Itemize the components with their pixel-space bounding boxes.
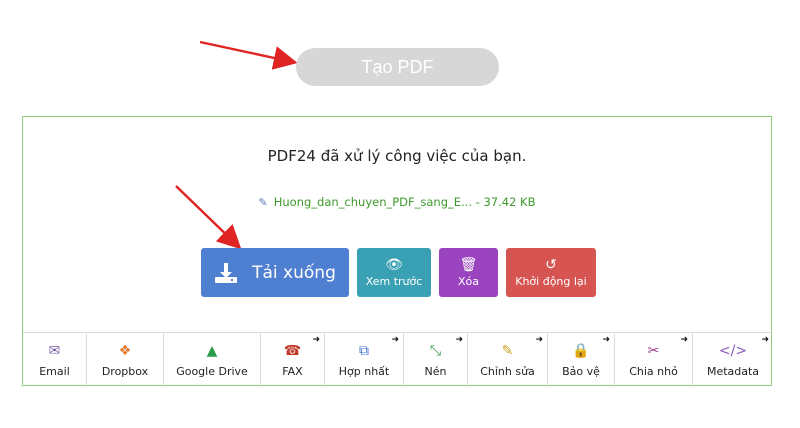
tool-merge[interactable]: ⧉ Hợp nhất ➜ — [325, 333, 404, 387]
restart-label: Khởi động lại — [515, 275, 587, 288]
tool-label: Metadata — [706, 364, 760, 378]
scissors-icon: ✂ — [647, 342, 660, 359]
action-buttons: Tải xuống 👁 Xem trước 🗑 Xóa ↺ Khởi động … — [201, 248, 596, 297]
email-icon: ✉ — [48, 342, 61, 359]
tool-label: Bảo vệ — [562, 364, 600, 378]
download-icon — [215, 262, 238, 283]
pencil-icon[interactable]: ✎ — [259, 196, 268, 209]
file-link[interactable]: ✎ Huong_dan_chuyen_PDF_sang_E... - 37.42 … — [23, 195, 771, 209]
tool-label: Chia nhỏ — [629, 364, 678, 378]
tool-google-drive[interactable]: ▲ Google Drive — [164, 333, 261, 387]
external-arrow-icon: ➜ — [391, 335, 399, 345]
tool-lock[interactable]: 🔒 Bảo vệ ➜ — [548, 333, 615, 387]
trash-icon: 🗑 — [459, 257, 478, 273]
tool-label: Hợp nhất — [338, 364, 390, 378]
download-button[interactable]: Tải xuống — [201, 248, 349, 297]
edit-icon: ✎ — [501, 342, 514, 359]
tool-label: Nén — [424, 364, 447, 378]
tool-label: Dropbox — [101, 364, 149, 378]
create-pdf-button[interactable]: Tạo PDF — [296, 48, 499, 86]
external-arrow-icon: ➜ — [312, 335, 320, 345]
code-icon: </> — [718, 342, 748, 359]
external-arrow-icon: ➜ — [602, 335, 610, 345]
tool-email[interactable]: ✉ Email — [23, 333, 87, 387]
file-name[interactable]: Huong_dan_chuyen_PDF_sang_E... — [274, 195, 472, 209]
file-size: - 37.42 KB — [475, 195, 536, 209]
eye-icon: 👁 — [385, 257, 403, 273]
result-panel: PDF24 đã xử lý công việc của bạn. ✎ Huong… — [22, 116, 773, 387]
tool-label: FAX — [282, 364, 303, 378]
tools-toolbar: ✉ Email ❖ Dropbox ▲ Google Drive ☎ FAX ➜ ⧉ Hợp nhấ… — [23, 332, 773, 387]
compress-icon: ⤡ — [429, 342, 442, 359]
delete-button[interactable]: 🗑 Xóa — [439, 248, 498, 297]
preview-button[interactable]: 👁 Xem trước — [357, 248, 431, 297]
restart-button[interactable]: ↺ Khởi động lại — [506, 248, 596, 297]
download-label: Tải xuống — [252, 262, 336, 283]
merge-icon: ⧉ — [359, 342, 369, 359]
fax-icon: ☎ — [283, 342, 302, 359]
external-arrow-icon: ➜ — [680, 335, 688, 345]
tool-label: Chỉnh sửa — [480, 364, 535, 378]
tool-fax[interactable]: ☎ FAX ➜ — [261, 333, 325, 387]
undo-icon: ↺ — [545, 257, 557, 273]
dropbox-icon: ❖ — [118, 342, 132, 359]
tool-dropbox[interactable]: ❖ Dropbox — [87, 333, 164, 387]
external-arrow-icon: ➜ — [455, 335, 463, 345]
delete-label: Xóa — [457, 275, 479, 288]
tool-edit[interactable]: ✎ Chỉnh sửa ➜ — [468, 333, 548, 387]
tool-scissors[interactable]: ✂ Chia nhỏ ➜ — [615, 333, 693, 387]
lock-icon: 🔒 — [572, 342, 590, 359]
tool-code[interactable]: </> Metadata ➜ — [693, 333, 773, 387]
tool-label: Google Drive — [176, 364, 248, 378]
google-drive-icon: ▲ — [206, 342, 218, 359]
external-arrow-icon: ➜ — [761, 335, 769, 345]
tool-compress[interactable]: ⤡ Nén ➜ — [404, 333, 468, 387]
tool-label: Email — [39, 364, 70, 378]
external-arrow-icon: ➜ — [535, 335, 543, 345]
preview-label: Xem trước — [365, 275, 423, 288]
completion-message: PDF24 đã xử lý công việc của bạn. — [267, 147, 527, 165]
